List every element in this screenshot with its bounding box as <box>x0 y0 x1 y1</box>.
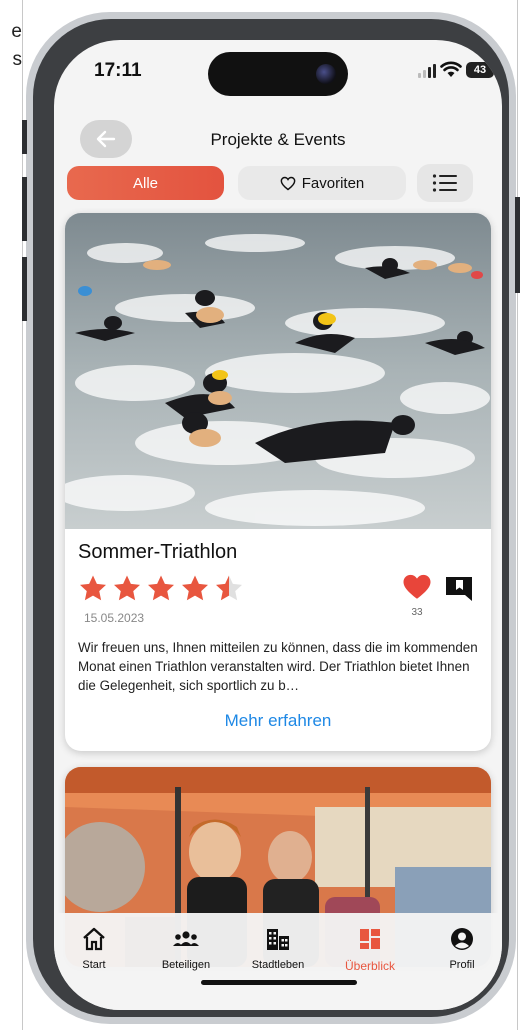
left-snippet-line: s <box>12 49 23 70</box>
tab-profil[interactable]: Profil <box>422 927 502 971</box>
event-photo-triathlon <box>65 213 491 529</box>
tab-label: Überblick <box>344 959 395 973</box>
side-button <box>515 197 520 293</box>
status-bar: 17:11 43 <box>54 40 502 110</box>
left-text-snippet: e s <box>0 18 22 74</box>
heart-filled-icon <box>403 574 431 599</box>
camera-icon <box>316 64 336 84</box>
list-view-button[interactable] <box>417 164 473 202</box>
tab-label: Profil <box>449 959 475 971</box>
dynamic-island <box>208 52 348 96</box>
star-icon <box>80 575 106 601</box>
people-icon <box>173 931 199 946</box>
left-snippet-line: e <box>11 21 22 42</box>
tab-start[interactable]: Start <box>54 927 134 971</box>
tab-label: Start <box>82 959 106 971</box>
star-icon <box>114 575 140 601</box>
heart-outline-icon <box>280 176 296 190</box>
volume-up-button <box>22 177 27 241</box>
bottom-tab-bar: Start Beteiligen Stadtleben Überblick Pr… <box>54 913 502 1010</box>
event-date: 15.05.2023 <box>84 611 145 625</box>
bookmark-button[interactable] <box>444 575 474 608</box>
page-title: Projekte & Events <box>210 130 346 149</box>
mute-switch <box>22 120 27 154</box>
star-icon <box>216 575 242 601</box>
phone-bezel: 17:11 43 Projekte & Events Alle Favorite… <box>33 19 509 1017</box>
like-count: 33 <box>411 607 423 618</box>
list-icon <box>432 174 457 192</box>
signal-icon <box>418 64 436 78</box>
left-frame-border <box>22 0 23 1030</box>
tab-label: Stadtleben <box>251 959 305 971</box>
user-circle-icon <box>451 928 473 950</box>
more-info-link[interactable]: Mehr erfahren <box>65 711 491 731</box>
filter-all-button[interactable]: Alle <box>67 166 224 200</box>
like-button[interactable]: 33 <box>402 573 432 618</box>
home-indicator <box>201 980 357 985</box>
event-description: Wir freuen uns, Ihnen mitteilen zu könne… <box>78 640 478 693</box>
volume-down-button <box>22 257 27 321</box>
filter-favorites-button[interactable]: Favoriten <box>238 166 406 200</box>
star-icon <box>182 575 208 601</box>
event-title: Sommer-Triathlon <box>78 541 238 563</box>
tab-ueberblick[interactable]: Überblick <box>330 927 410 973</box>
star-icon <box>148 575 174 601</box>
tab-beteiligen[interactable]: Beteiligen <box>146 927 226 971</box>
filter-favorites-label: Favoriten <box>301 174 365 192</box>
house-icon <box>83 927 105 951</box>
phone-frame: 17:11 43 Projekte & Events Alle Favorite… <box>22 12 520 1024</box>
event-card[interactable]: Sommer-Triathlon 15.05.2023 33 Wir freue… <box>65 213 491 751</box>
dashboard-icon <box>360 929 380 949</box>
filter-all-label: Alle <box>132 174 158 192</box>
tab-label: Beteiligen <box>161 959 211 971</box>
buildings-icon <box>267 929 289 950</box>
rating-stars <box>78 573 244 603</box>
app-screen: 17:11 43 Projekte & Events Alle Favorite… <box>54 40 502 1010</box>
comment-bookmark-icon <box>446 577 472 601</box>
right-frame-border <box>517 0 518 1030</box>
battery-icon: 43 <box>466 62 494 78</box>
wifi-icon <box>440 61 462 77</box>
status-time: 17:11 <box>94 60 142 81</box>
tab-stadtleben[interactable]: Stadtleben <box>238 927 318 971</box>
